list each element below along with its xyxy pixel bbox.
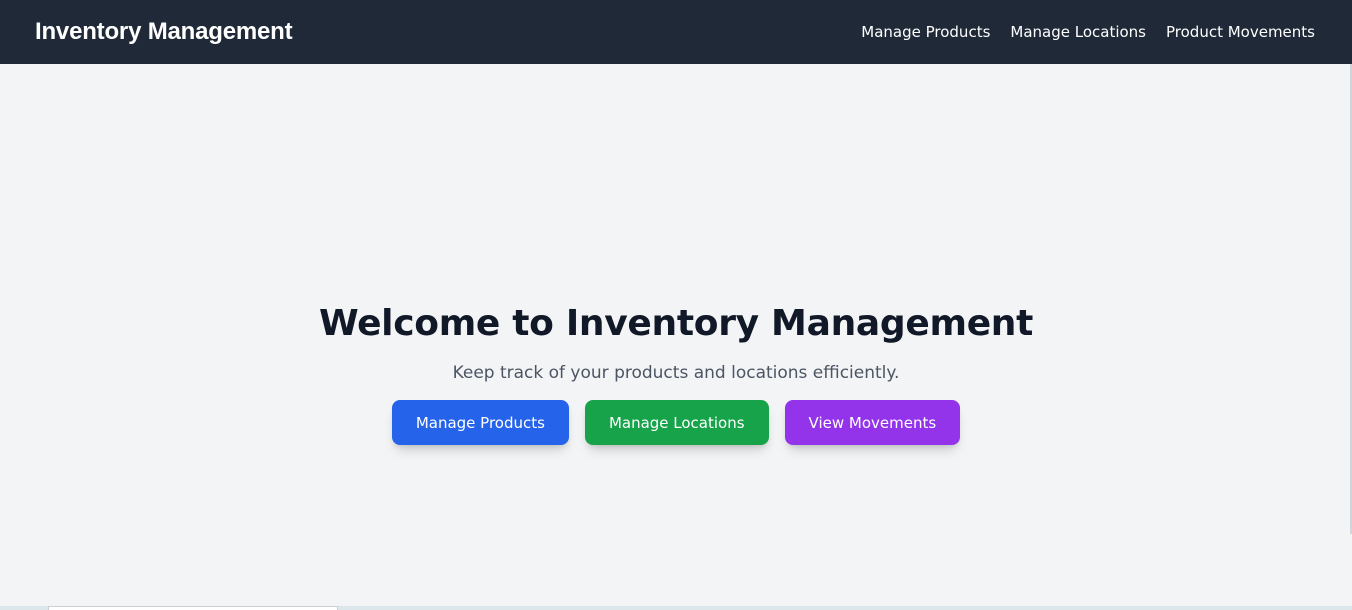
top-navbar: Inventory Management Manage Products Man… xyxy=(0,0,1352,64)
brand-title[interactable]: Inventory Management xyxy=(35,18,293,46)
manage-locations-button[interactable]: Manage Locations xyxy=(584,400,769,445)
nav-link-manage-products[interactable]: Manage Products xyxy=(861,23,990,41)
page-title: Welcome to Inventory Management xyxy=(318,303,1034,344)
nav-link-product-movements[interactable]: Product Movements xyxy=(1166,23,1315,41)
hero-section: Welcome to Inventory Management Keep tra… xyxy=(0,302,1352,445)
page-subtitle: Keep track of your products and location… xyxy=(452,363,900,383)
nav-links: Manage Products Manage Locations Product… xyxy=(861,23,1315,41)
view-movements-button[interactable]: View Movements xyxy=(784,400,961,445)
action-buttons: Manage Products Manage Locations View Mo… xyxy=(0,400,1352,445)
manage-products-button[interactable]: Manage Products xyxy=(391,400,569,445)
nav-link-manage-locations[interactable]: Manage Locations xyxy=(1010,23,1146,41)
bottom-panel-tab xyxy=(48,606,338,610)
